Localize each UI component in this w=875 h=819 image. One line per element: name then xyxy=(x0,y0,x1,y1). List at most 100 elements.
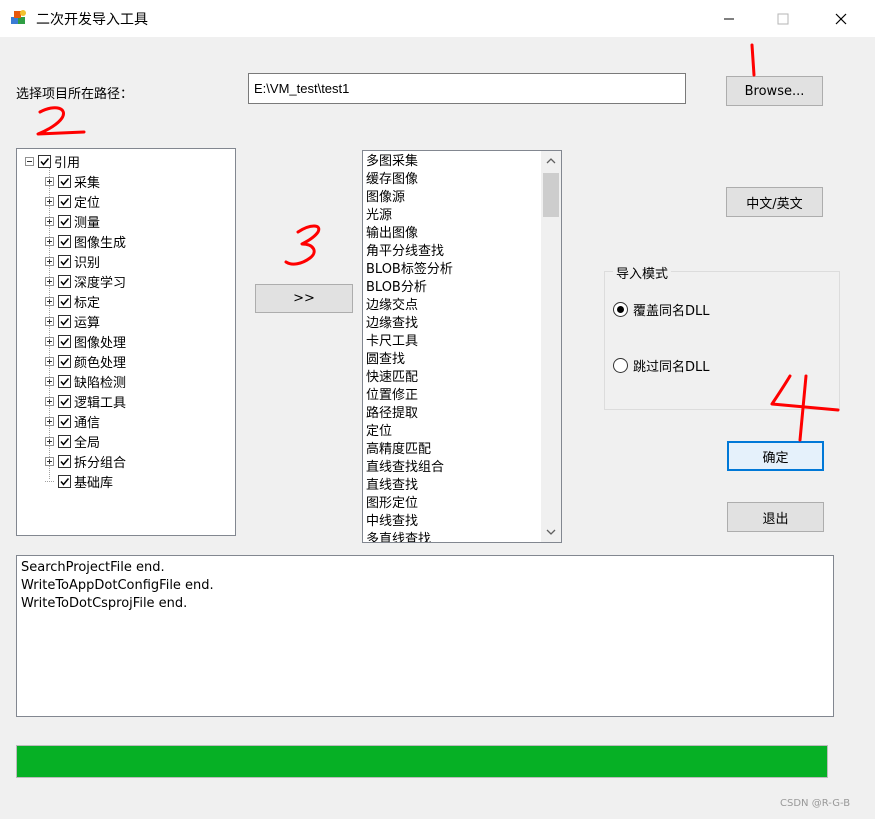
annotation-mark-2 xyxy=(36,106,86,136)
tree-item[interactable]: 拆分组合 xyxy=(45,451,126,471)
confirm-button-label: 确定 xyxy=(762,450,789,466)
tree-item[interactable]: 图像生成 xyxy=(45,231,126,251)
tree-item-checkbox[interactable] xyxy=(58,174,71,188)
tree-item[interactable]: 颜色处理 xyxy=(45,351,126,371)
scroll-up-button[interactable] xyxy=(541,151,561,171)
expand-icon[interactable] xyxy=(45,356,54,366)
list-item[interactable]: 直线查找 xyxy=(366,477,541,495)
list-item[interactable]: 多直线查找 xyxy=(366,531,541,542)
list-item[interactable]: 图像源 xyxy=(366,189,541,207)
tree-item[interactable]: 缺陷检测 xyxy=(45,371,126,391)
tree-item[interactable]: 逻辑工具 xyxy=(45,391,126,411)
radio-overwrite-dll-indicator[interactable] xyxy=(613,302,628,317)
tree-item[interactable]: 通信 xyxy=(45,411,100,431)
collapse-icon[interactable] xyxy=(25,156,34,166)
tree-item-checkbox[interactable] xyxy=(58,414,71,428)
tree-item-checkbox[interactable] xyxy=(58,234,71,248)
transfer-button[interactable]: >> xyxy=(255,284,353,313)
close-button[interactable] xyxy=(818,0,864,37)
module-list[interactable]: 多图采集 缓存图像 图像源 光源 输出图像 角平分线查找 BLOB标签分析 BLOB分析 边缘交… xyxy=(362,150,562,543)
log-output[interactable]: SearchProjectFile end. WriteToAppDotConf… xyxy=(16,555,834,717)
maximize-button[interactable] xyxy=(760,0,806,37)
browse-button-label: Browse... xyxy=(744,83,805,99)
list-item[interactable]: 位置修正 xyxy=(366,387,541,405)
expand-icon[interactable] xyxy=(45,436,54,446)
tree-guide-line xyxy=(45,480,54,482)
tree-item-checkbox[interactable] xyxy=(58,454,71,468)
list-item[interactable]: 快速匹配 xyxy=(366,369,541,387)
radio-skip-dll[interactable]: 跳过同名DLL xyxy=(613,356,710,375)
tree-item[interactable]: 基础库 xyxy=(45,471,113,491)
expand-icon[interactable] xyxy=(45,256,54,266)
tree-item[interactable]: 识别 xyxy=(45,251,100,271)
list-item[interactable]: 边缘查找 xyxy=(366,315,541,333)
tree-item-checkbox[interactable] xyxy=(58,194,71,208)
module-list-scrollbar[interactable] xyxy=(541,151,561,542)
checkmark-icon xyxy=(60,237,70,246)
tree-item[interactable]: 定位 xyxy=(45,191,100,211)
tree-item[interactable]: 采集 xyxy=(45,171,100,191)
browse-button[interactable]: Browse... xyxy=(726,76,823,106)
expand-icon[interactable] xyxy=(45,216,54,226)
tree-item-checkbox[interactable] xyxy=(58,334,71,348)
exit-button[interactable]: 退出 xyxy=(727,502,824,532)
tree-item-checkbox[interactable] xyxy=(38,154,51,168)
minimize-button[interactable] xyxy=(706,0,752,37)
list-item[interactable]: BLOB标签分析 xyxy=(366,261,541,279)
list-item[interactable]: 输出图像 xyxy=(366,225,541,243)
expand-icon[interactable] xyxy=(45,196,54,206)
tree-item-checkbox[interactable] xyxy=(58,354,71,368)
minimize-icon xyxy=(724,18,734,19)
tree-item[interactable]: 图像处理 xyxy=(45,331,126,351)
tree-item-checkbox[interactable] xyxy=(58,274,71,288)
expand-icon[interactable] xyxy=(45,376,54,386)
expand-icon[interactable] xyxy=(45,396,54,406)
list-item[interactable]: 多图采集 xyxy=(366,153,541,171)
tree-item-checkbox[interactable] xyxy=(58,434,71,448)
list-item[interactable]: 图形定位 xyxy=(366,495,541,513)
expand-icon[interactable] xyxy=(45,296,54,306)
radio-overwrite-dll[interactable]: 覆盖同名DLL xyxy=(613,300,710,319)
list-item[interactable]: 卡尺工具 xyxy=(366,333,541,351)
close-icon xyxy=(835,13,847,24)
expand-icon[interactable] xyxy=(45,316,54,326)
list-item[interactable]: 光源 xyxy=(366,207,541,225)
language-toggle-button[interactable]: 中文/英文 xyxy=(726,187,823,217)
transfer-button-label: >> xyxy=(293,291,315,306)
list-item[interactable]: 中线查找 xyxy=(366,513,541,531)
list-item[interactable]: 角平分线查找 xyxy=(366,243,541,261)
tree-item-checkbox[interactable] xyxy=(58,394,71,408)
tree-root-item[interactable]: 引用 xyxy=(25,151,80,171)
list-item[interactable]: BLOB分析 xyxy=(366,279,541,297)
list-item[interactable]: 直线查找组合 xyxy=(366,459,541,477)
tree-item-checkbox[interactable] xyxy=(58,314,71,328)
tree-item[interactable]: 测量 xyxy=(45,211,100,231)
confirm-button[interactable]: 确定 xyxy=(727,441,824,471)
tree-item-checkbox[interactable] xyxy=(58,374,71,388)
reference-tree[interactable]: 引用 采集 定位 测量 图像生成 识别 深度学习 标定 运算 图像处理 颜色处理 缺陷检测 逻辑工具 通信… xyxy=(16,148,236,536)
expand-icon[interactable] xyxy=(45,416,54,426)
list-item[interactable]: 高精度匹配 xyxy=(366,441,541,459)
tree-item[interactable]: 运算 xyxy=(45,311,100,331)
expand-icon[interactable] xyxy=(45,336,54,346)
list-item[interactable]: 边缘交点 xyxy=(366,297,541,315)
list-item[interactable]: 缓存图像 xyxy=(366,171,541,189)
expand-icon[interactable] xyxy=(45,176,54,186)
tree-item-checkbox[interactable] xyxy=(58,214,71,228)
list-item[interactable]: 圆查找 xyxy=(366,351,541,369)
tree-item-checkbox[interactable] xyxy=(58,474,71,488)
path-input[interactable] xyxy=(248,73,686,104)
scroll-down-button[interactable] xyxy=(541,522,561,542)
expand-icon[interactable] xyxy=(45,276,54,286)
expand-icon[interactable] xyxy=(45,456,54,466)
tree-item-checkbox[interactable] xyxy=(58,294,71,308)
scroll-thumb[interactable] xyxy=(543,173,559,217)
expand-icon[interactable] xyxy=(45,236,54,246)
tree-item[interactable]: 全局 xyxy=(45,431,100,451)
tree-item[interactable]: 深度学习 xyxy=(45,271,126,291)
tree-item[interactable]: 标定 xyxy=(45,291,100,311)
radio-skip-dll-indicator[interactable] xyxy=(613,358,628,373)
list-item[interactable]: 路径提取 xyxy=(366,405,541,423)
tree-item-checkbox[interactable] xyxy=(58,254,71,268)
list-item[interactable]: 定位 xyxy=(366,423,541,441)
